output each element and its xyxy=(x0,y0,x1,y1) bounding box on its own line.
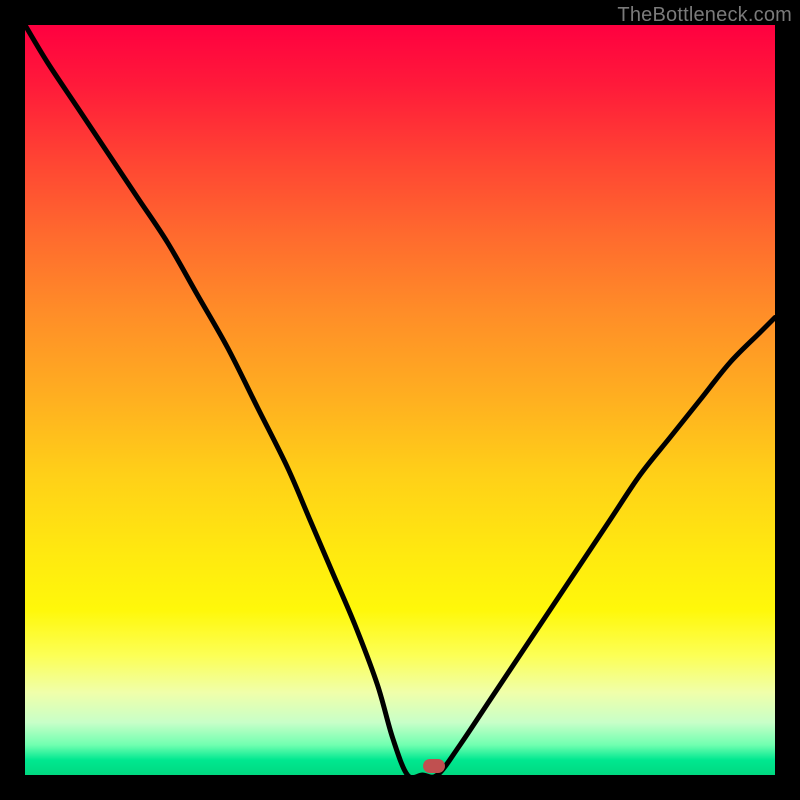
watermark-text: TheBottleneck.com xyxy=(617,4,792,27)
chart-container: TheBottleneck.com xyxy=(0,0,800,800)
curve-svg xyxy=(25,25,775,775)
bottleneck-curve xyxy=(25,25,775,775)
optimum-marker xyxy=(423,759,445,773)
plot-area xyxy=(25,25,775,775)
